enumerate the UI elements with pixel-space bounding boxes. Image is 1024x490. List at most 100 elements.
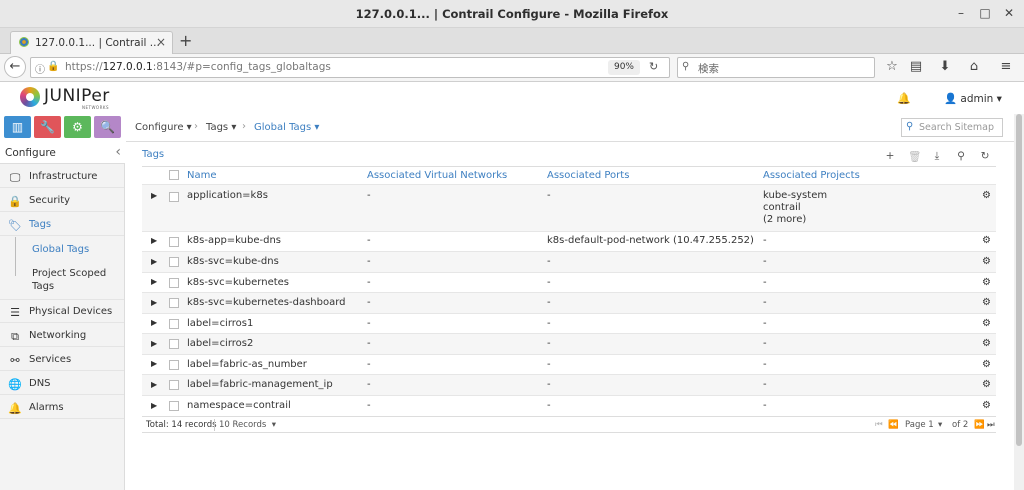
row-checkbox[interactable] — [169, 360, 179, 370]
url-bar[interactable]: ⓘ 🔒 https://127.0.0.1:8143/#p=config_tag… — [30, 57, 670, 78]
cell-ports: - — [547, 277, 551, 288]
expand-caret-icon[interactable]: ▶ — [151, 318, 157, 327]
table-row[interactable]: ▶ application=k8s - - kube-system contra… — [142, 184, 996, 231]
table-row[interactable]: ▶ k8s-svc=kube-dns - - - ⚙ — [142, 251, 996, 272]
column-header-name[interactable]: Name — [187, 170, 217, 181]
row-checkbox[interactable] — [169, 237, 179, 247]
reading-list-icon[interactable]: ▤ — [908, 59, 924, 74]
user-menu[interactable]: 👤 admin ▾ — [944, 92, 1002, 105]
table-row[interactable]: ▶ namespace=contrail - - - ⚙ — [142, 395, 996, 416]
new-tab-icon[interactable]: + — [179, 31, 192, 50]
close-tab-icon[interactable]: × — [156, 35, 166, 49]
row-checkbox[interactable] — [169, 339, 179, 349]
expand-caret-icon[interactable]: ▶ — [151, 191, 157, 200]
column-header-projects[interactable]: Associated Projects — [763, 170, 860, 181]
download-icon[interactable]: ⬇ — [937, 59, 953, 74]
page-select[interactable]: Page 1 — [905, 420, 934, 430]
expand-caret-icon[interactable]: ▶ — [151, 257, 157, 266]
row-checkbox[interactable] — [169, 257, 179, 267]
sidebar-item-dns[interactable]: 🌐 DNS — [0, 373, 124, 395]
table-row[interactable]: ▶ k8s-app=kube-dns - k8s-default-pod-net… — [142, 231, 996, 251]
zoom-level[interactable]: 90% — [608, 60, 640, 75]
next-page-icon[interactable]: ⏩ — [974, 420, 985, 430]
configure-module-button[interactable]: 🔧 — [34, 116, 61, 138]
expand-caret-icon[interactable]: ▶ — [151, 401, 157, 410]
breadcrumb-global-tags[interactable]: Global Tags ▾ — [254, 122, 319, 133]
sidebar-item-networking[interactable]: ⧉ Networking — [0, 325, 124, 347]
close-window-icon[interactable]: ✕ — [1002, 6, 1016, 20]
expand-caret-icon[interactable]: ▶ — [151, 380, 157, 389]
export-icon[interactable]: ⤓ — [931, 150, 943, 163]
row-gear-icon[interactable]: ⚙ — [982, 338, 991, 349]
minimize-icon[interactable]: – — [954, 6, 968, 20]
reload-icon[interactable]: ↻ — [649, 60, 658, 73]
row-gear-icon[interactable]: ⚙ — [982, 318, 991, 329]
column-header-ports[interactable]: Associated Ports — [547, 170, 629, 181]
row-gear-icon[interactable]: ⚙ — [982, 359, 991, 370]
sidebar-subitem-global-tags[interactable]: Global Tags — [0, 237, 124, 260]
last-page-icon[interactable]: ⏭ — [987, 420, 995, 430]
select-all-checkbox[interactable] — [169, 170, 179, 180]
table-row[interactable]: ▶ label=cirros2 - - - ⚙ — [142, 333, 996, 354]
back-button[interactable]: ← — [4, 56, 26, 78]
column-header-virtual-networks[interactable]: Associated Virtual Networks — [367, 170, 507, 181]
row-gear-icon[interactable]: ⚙ — [982, 297, 991, 308]
table-row[interactable]: ▶ label=cirros1 - - - ⚙ — [142, 313, 996, 333]
delete-icon[interactable]: 🗑 — [908, 150, 921, 163]
row-checkbox[interactable] — [169, 319, 179, 329]
info-icon[interactable]: ⓘ — [35, 61, 45, 76]
add-icon[interactable]: + — [884, 150, 896, 162]
row-checkbox[interactable] — [169, 380, 179, 390]
home-icon[interactable]: ⌂ — [966, 59, 982, 74]
grid-search-icon[interactable]: ⚲ — [955, 150, 967, 162]
browser-tab[interactable]: 127.0.0.1... | Contrail ... × — [10, 31, 173, 54]
sidebar-subitem-project-scoped-tags[interactable]: Project Scoped Tags — [0, 260, 124, 300]
search-sitemap-input[interactable]: ⚲ Search Sitemap — [901, 118, 1003, 137]
row-checkbox[interactable] — [169, 298, 179, 308]
collapse-chevron-icon[interactable]: ‹ — [115, 144, 121, 160]
row-gear-icon[interactable]: ⚙ — [982, 379, 991, 390]
settings-module-button[interactable]: ⚙ — [64, 116, 91, 138]
cell-projects-more[interactable]: (2 more) — [763, 214, 806, 227]
expand-caret-icon[interactable]: ▶ — [151, 277, 157, 286]
row-gear-icon[interactable]: ⚙ — [982, 190, 991, 201]
table-row[interactable]: ▶ k8s-svc=kubernetes-dashboard - - - ⚙ — [142, 292, 996, 313]
scrollbar-thumb[interactable] — [1016, 114, 1022, 446]
sidebar-item-infrastructure[interactable]: 🖵 Infrastructure — [0, 166, 124, 188]
bookmark-star-icon[interactable]: ☆ — [884, 59, 900, 74]
row-checkbox[interactable] — [169, 192, 179, 202]
breadcrumb-tags[interactable]: Tags ▾ — [206, 122, 236, 133]
refresh-icon[interactable]: ↻ — [979, 150, 991, 162]
records-per-page-select[interactable]: 10 Records ▾ — [219, 420, 276, 430]
sidebar-item-security[interactable]: 🔒 Security — [0, 190, 124, 212]
row-gear-icon[interactable]: ⚙ — [982, 400, 991, 411]
sidebar-item-services[interactable]: ⚯ Services — [0, 349, 124, 371]
breadcrumb-configure[interactable]: Configure ▾ — [135, 122, 192, 133]
expand-caret-icon[interactable]: ▶ — [151, 236, 157, 245]
expand-caret-icon[interactable]: ▶ — [151, 339, 157, 348]
sidebar-item-alarms[interactable]: 🔔 Alarms — [0, 397, 124, 419]
table-row[interactable]: ▶ label=fabric-as_number - - - ⚙ — [142, 354, 996, 374]
row-checkbox[interactable] — [169, 278, 179, 288]
insecure-lock-icon[interactable]: 🔒 — [47, 61, 59, 72]
prev-page-icon[interactable]: ⏪ — [888, 420, 899, 430]
row-gear-icon[interactable]: ⚙ — [982, 235, 991, 246]
sidebar-item-tags[interactable]: 🏷 Tags — [0, 214, 124, 236]
expand-caret-icon[interactable]: ▶ — [151, 359, 157, 368]
row-checkbox[interactable] — [169, 401, 179, 411]
browser-search-input[interactable]: ⚲ 検索 — [677, 57, 875, 78]
alarm-bell-icon[interactable]: 🔔 — [897, 92, 911, 105]
menu-icon[interactable]: ≡ — [998, 59, 1014, 74]
first-page-icon[interactable]: ⏮ — [875, 420, 883, 430]
expand-caret-icon[interactable]: ▶ — [151, 298, 157, 307]
monitor-module-button[interactable]: ▥ — [4, 116, 31, 138]
maximize-icon[interactable]: □ — [978, 6, 992, 20]
table-row[interactable]: ▶ k8s-svc=kubernetes - - - ⚙ — [142, 272, 996, 292]
query-module-button[interactable]: 🔍 — [94, 116, 121, 138]
page-dropdown-icon[interactable]: ▾ — [938, 420, 942, 430]
vertical-scrollbar[interactable] — [1014, 114, 1024, 490]
sidebar-item-physical-devices[interactable]: ☰ Physical Devices — [0, 301, 124, 323]
row-gear-icon[interactable]: ⚙ — [982, 256, 991, 267]
table-row[interactable]: ▶ label=fabric-management_ip - - - ⚙ — [142, 374, 996, 395]
row-gear-icon[interactable]: ⚙ — [982, 277, 991, 288]
